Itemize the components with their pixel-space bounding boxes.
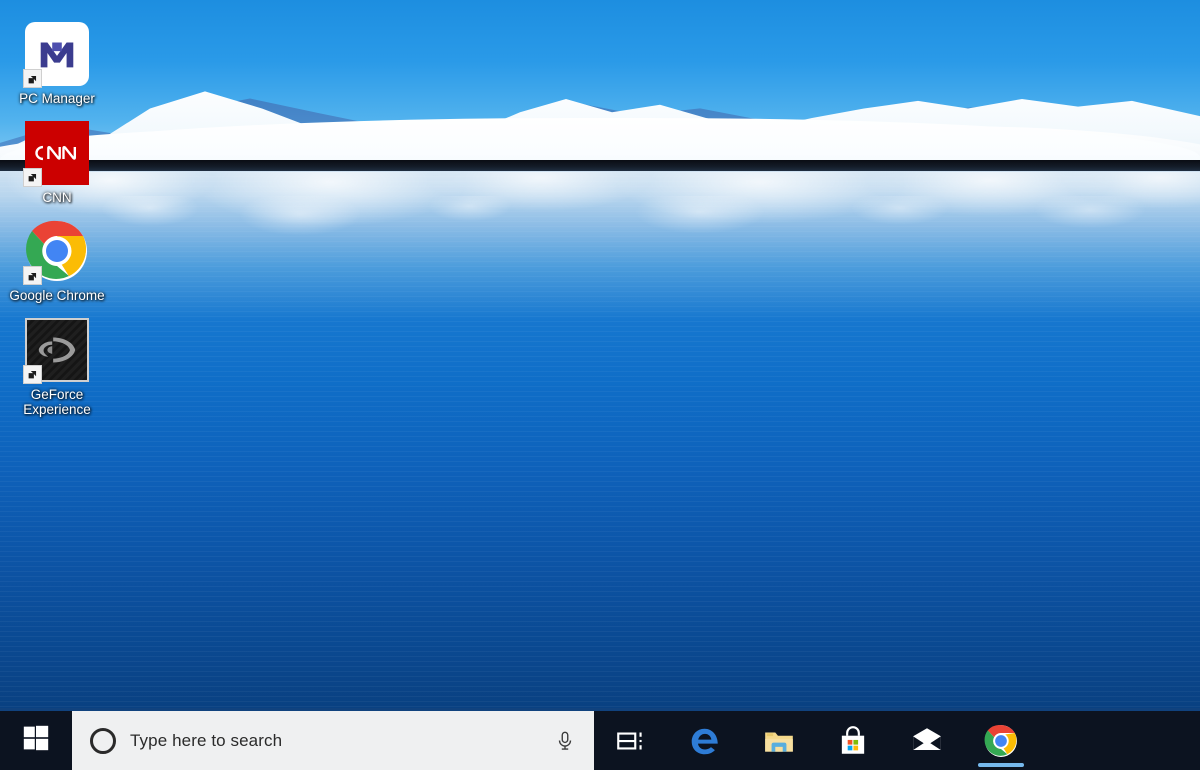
desktop-icon-label: GeForce Experience [23,386,91,418]
microsoft-edge-icon [688,724,722,758]
microsoft-store-icon [836,724,870,758]
mail-icon [910,724,944,758]
taskbar-search-box[interactable]: Type here to search [72,711,594,770]
desktop-wallpaper [0,0,1200,770]
geforce-experience-icon [23,317,89,384]
file-explorer-icon [762,724,796,758]
windows-logo-icon [23,725,49,756]
pc-manager-icon [23,22,89,88]
desktop-icon-label: PC Manager [19,91,95,106]
taskbar-item-microsoft-store[interactable] [816,711,890,770]
desktop-icon-label: CNN [42,189,72,205]
google-chrome-icon [984,724,1018,758]
desktop[interactable]: PC Manager CNN Google Chrome GeForce Exp… [0,0,1200,770]
microphone-icon[interactable] [552,726,578,756]
taskbar-active-indicator [978,763,1024,767]
taskbar-pinned-items [594,711,1038,770]
desktop-icon-column: PC Manager CNN Google Chrome GeForce Exp… [0,22,114,432]
shortcut-arrow-icon [23,266,42,285]
taskbar: Type here to search [0,708,1200,770]
taskbar-item-task-view[interactable] [594,711,668,770]
start-button[interactable] [0,711,72,770]
taskbar-item-google-chrome[interactable] [964,711,1038,770]
shortcut-arrow-icon [23,364,42,384]
google-chrome-icon [23,219,89,285]
desktop-icon-cnn[interactable]: CNN [0,120,114,206]
task-view-icon [614,724,648,758]
taskbar-item-file-explorer[interactable] [742,711,816,770]
cortana-circle-icon[interactable] [90,727,116,754]
desktop-icon-label: Google Chrome [9,288,105,303]
desktop-icon-geforce-experience[interactable]: GeForce Experience [0,317,114,418]
cnn-icon [23,120,89,187]
taskbar-tray-area[interactable] [1038,711,1200,770]
wallpaper-water-ripples [0,171,1200,731]
taskbar-item-mail[interactable] [890,711,964,770]
shortcut-arrow-icon [23,69,42,88]
shortcut-arrow-icon [23,167,42,187]
desktop-icon-pc-manager[interactable]: PC Manager [0,22,114,107]
desktop-icon-google-chrome[interactable]: Google Chrome [0,219,114,304]
taskbar-item-edge[interactable] [668,711,742,770]
search-input[interactable]: Type here to search [130,731,538,751]
